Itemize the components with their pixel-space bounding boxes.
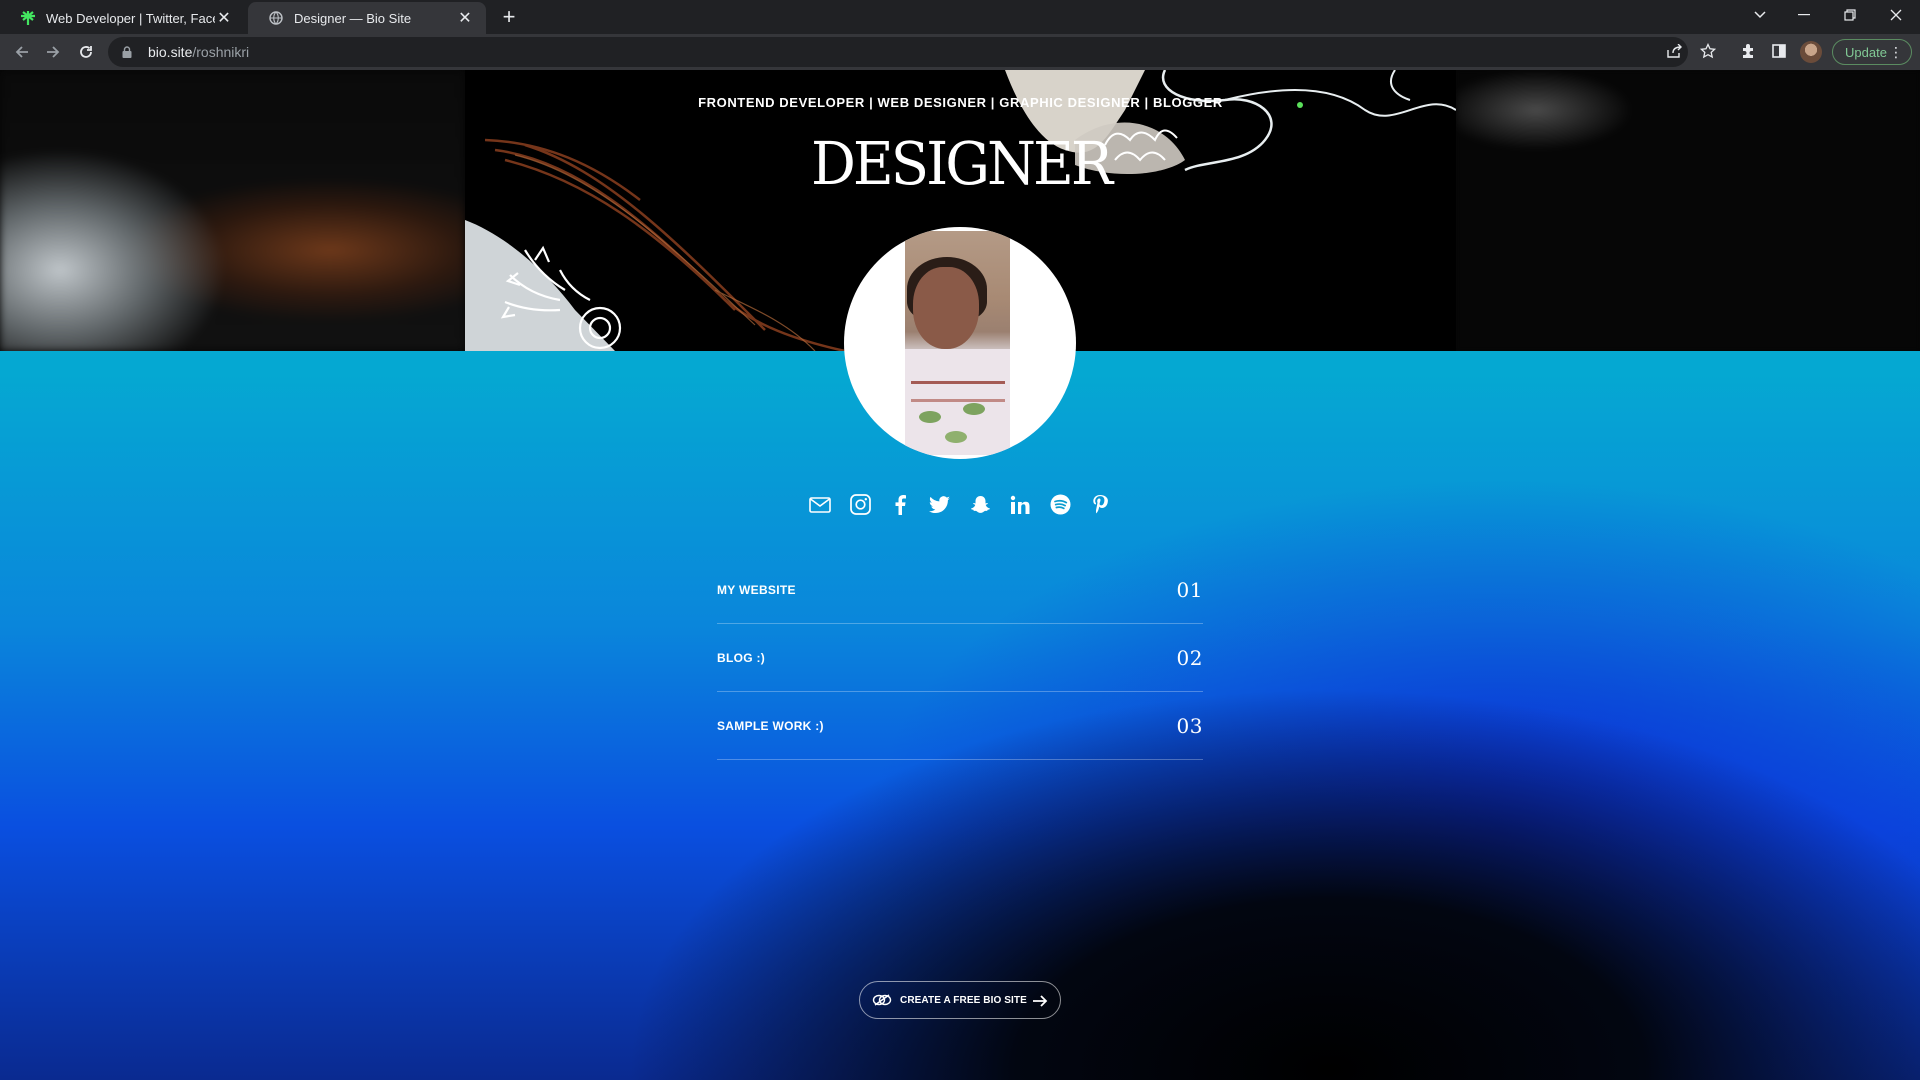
create-bio-site-button[interactable]: CREATE A FREE BIO SITE <box>859 981 1061 1019</box>
snapchat-icon[interactable] <box>966 490 995 519</box>
pinterest-icon[interactable] <box>1086 490 1115 519</box>
minimize-icon[interactable] <box>1782 0 1826 30</box>
spotify-icon[interactable] <box>1046 490 1075 519</box>
close-window-icon[interactable] <box>1874 0 1918 30</box>
bio-site-page: FRONTEND DEVELOPER | WEB DESIGNER | GRAP… <box>0 70 1920 1080</box>
linktree-icon <box>20 10 36 26</box>
instagram-icon[interactable] <box>846 490 875 519</box>
linkedin-icon[interactable] <box>1006 490 1035 519</box>
social-links <box>0 490 1920 519</box>
header-tagline: FRONTEND DEVELOPER | WEB DESIGNER | GRAP… <box>698 95 1223 110</box>
new-tab-button[interactable]: + <box>498 4 520 29</box>
brand-title: DESIGNER <box>810 130 1113 199</box>
update-button[interactable]: Update ⋮ <box>1832 39 1912 65</box>
link-number: 01 <box>1176 577 1203 602</box>
tab-web-developer[interactable]: Web Developer | Twitter, Facebook ✕ <box>0 2 245 34</box>
menu-dots-icon[interactable]: ⋮ <box>1889 44 1903 60</box>
lock-icon[interactable] <box>122 45 136 59</box>
tab-search-icon[interactable] <box>1738 0 1782 30</box>
browser-toolbar: bio.site/roshnikri Update ⋮ <box>0 34 1920 70</box>
email-icon[interactable] <box>806 490 835 519</box>
link-label: SAMPLE WORK :) <box>717 718 824 733</box>
url-path: /roshnikri <box>192 44 250 60</box>
back-icon[interactable] <box>10 40 34 64</box>
update-label: Update <box>1845 44 1887 60</box>
url-host: bio.site <box>148 44 193 60</box>
link-number: 03 <box>1176 713 1203 738</box>
link-sample-work[interactable]: SAMPLE WORK :) 03 <box>717 692 1203 760</box>
arrow-right-icon <box>1032 993 1048 1009</box>
link-label: BLOG :) <box>717 650 766 665</box>
bookmark-star-icon[interactable] <box>1697 40 1719 62</box>
globe-icon <box>268 10 284 26</box>
side-panel-icon[interactable] <box>1768 40 1790 62</box>
cta-label: CREATE A FREE BIO SITE <box>900 994 1027 1006</box>
link-number: 02 <box>1176 645 1203 670</box>
banner-blur-right <box>1456 70 1920 351</box>
address-bar[interactable]: bio.site/roshnikri <box>108 37 1688 67</box>
link-chain-icon <box>872 993 892 1007</box>
restore-icon[interactable] <box>1828 0 1872 30</box>
banner-blur-left <box>0 70 465 351</box>
tab-close-icon[interactable]: ✕ <box>215 9 233 27</box>
forward-icon[interactable] <box>41 40 65 64</box>
reload-icon[interactable] <box>74 40 98 64</box>
profile-avatar[interactable] <box>1800 41 1822 63</box>
tab-title: Designer — Bio Site <box>294 10 412 26</box>
tab-designer-bio-site[interactable]: Designer — Bio Site ✕ <box>248 2 486 34</box>
browser-tabstrip: Web Developer | Twitter, Facebook ✕ Desi… <box>0 0 1920 34</box>
link-blog[interactable]: BLOG :) 02 <box>717 624 1203 692</box>
share-icon[interactable] <box>1664 40 1686 62</box>
profile-picture <box>844 227 1076 459</box>
twitter-icon[interactable] <box>926 490 955 519</box>
facebook-icon[interactable] <box>886 490 915 519</box>
tab-close-icon[interactable]: ✕ <box>456 9 474 27</box>
profile-photo <box>905 231 1010 455</box>
extensions-icon[interactable] <box>1737 40 1759 62</box>
link-my-website[interactable]: MY WEBSITE 01 <box>717 556 1203 624</box>
link-list: MY WEBSITE 01 BLOG :) 02 SAMPLE WORK :) … <box>717 556 1203 760</box>
tab-title: Web Developer | Twitter, Facebook <box>46 10 215 26</box>
link-label: MY WEBSITE <box>717 582 796 597</box>
